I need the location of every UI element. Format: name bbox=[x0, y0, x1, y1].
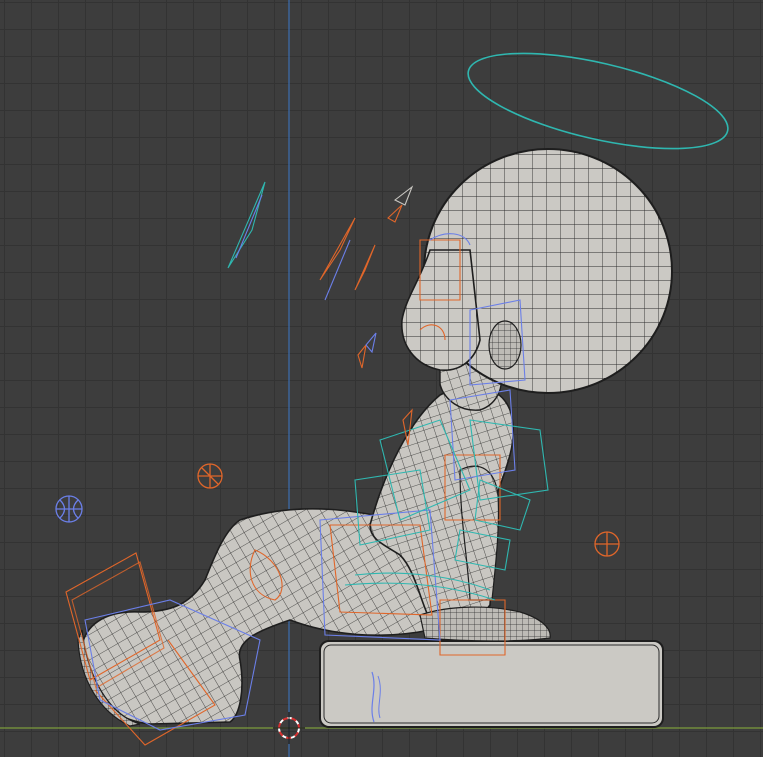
3d-cursor-icon[interactable] bbox=[273, 712, 305, 744]
viewport-scene[interactable] bbox=[0, 0, 763, 757]
empty-orange-left[interactable] bbox=[197, 463, 223, 489]
base-block[interactable] bbox=[319, 640, 664, 728]
character-head[interactable] bbox=[401, 148, 673, 394]
empty-blue-left[interactable] bbox=[55, 495, 83, 523]
halo-ring[interactable] bbox=[460, 34, 736, 168]
empty-orange-right[interactable] bbox=[594, 531, 620, 557]
3d-viewport[interactable] bbox=[0, 0, 763, 757]
